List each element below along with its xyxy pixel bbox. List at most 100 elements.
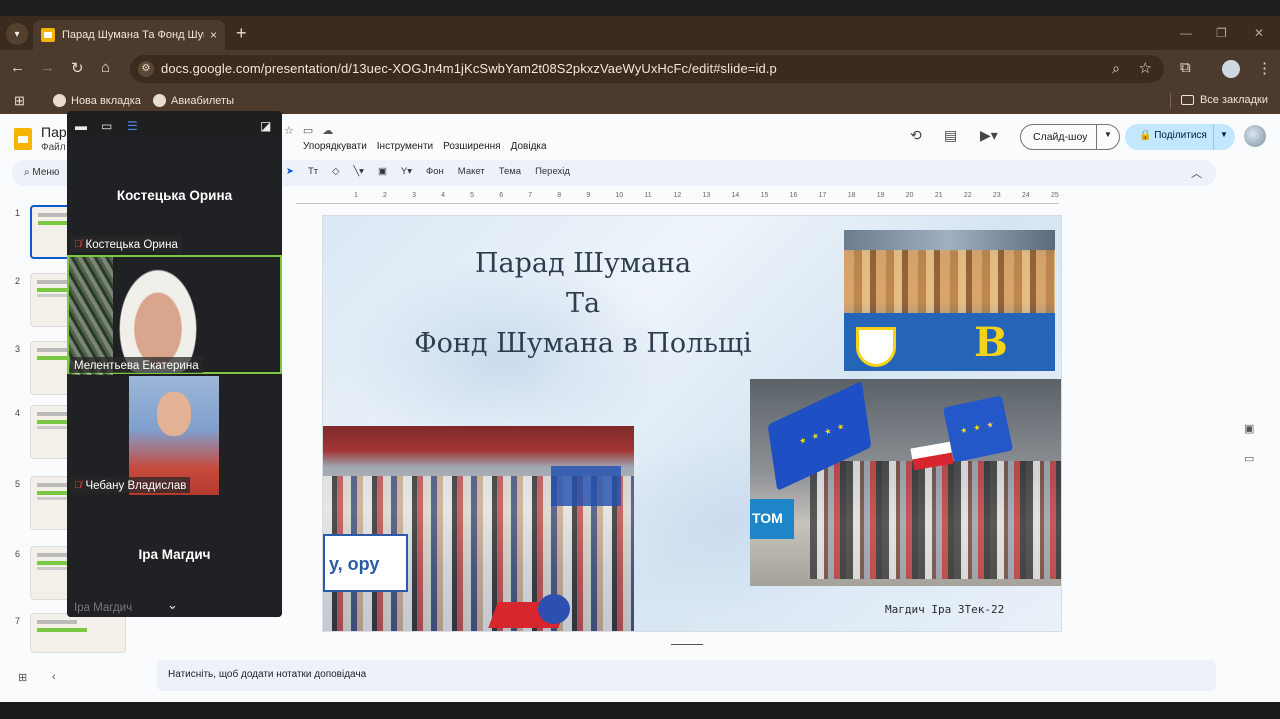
pip-expand-icon[interactable]: ◪: [260, 119, 271, 133]
menu-tools[interactable]: Інструменти: [377, 141, 433, 152]
ruler-tick: 5: [470, 192, 475, 199]
participant-label-text: Мелентьева Екатерина: [74, 359, 199, 372]
participant-label: Мелентьева Екатерина: [70, 357, 203, 373]
tab-close-icon[interactable]: ×: [210, 28, 217, 42]
transition-button[interactable]: Перехід: [535, 166, 570, 177]
sign-text: ТОМ: [750, 499, 794, 539]
move-folder-icon[interactable]: ▭: [303, 124, 313, 137]
parade-photo-march[interactable]: у, ору: [323, 426, 634, 631]
ruler-tick: 13: [702, 192, 711, 199]
slide-number: 5: [15, 479, 21, 489]
chevron-down-icon[interactable]: ⌄: [167, 597, 178, 613]
text-format-icon[interactable]: Y▾: [401, 166, 412, 177]
close-window-button[interactable]: ✕: [1254, 26, 1264, 40]
forward-icon[interactable]: →: [40, 59, 55, 76]
participant-tile[interactable]: 🎙̸ Чебану Владислав: [67, 376, 282, 495]
restore-button[interactable]: ❐: [1216, 26, 1227, 40]
back-icon[interactable]: ←: [10, 59, 25, 76]
ruler-tick: 21: [934, 192, 943, 199]
slide-author[interactable]: Магдич Іра 3Тек-22: [885, 603, 1004, 616]
meet-participants-panel: ▬ ▭ ☰ ◪ Костецька Орина 🎙̸ Костецька Ори…: [67, 111, 282, 617]
ruler-line: [296, 203, 1059, 204]
keep-icon[interactable]: ▣: [1244, 422, 1254, 435]
bookmark-flights[interactable]: Авиабилеты: [153, 94, 234, 107]
notes-resize-handle[interactable]: [671, 644, 703, 645]
meet-camera-icon[interactable]: ▶▾: [980, 127, 998, 144]
menu-help[interactable]: Довідка: [511, 141, 547, 152]
menu-file[interactable]: Файл: [41, 142, 66, 153]
tile-view-icon[interactable]: ▭: [101, 119, 112, 133]
browser-tab[interactable]: Парад Шумана Та Фонд Шума ×: [33, 20, 225, 50]
participant-label: Іра Магдич: [70, 599, 136, 615]
user-avatar[interactable]: [1244, 125, 1266, 147]
participant-tile-speaking[interactable]: Мелентьева Екатерина: [67, 255, 282, 375]
collapse-filmstrip-icon[interactable]: ‹: [52, 671, 56, 683]
shape-icon[interactable]: ◇: [332, 166, 339, 177]
parade-photo-crowd[interactable]: B: [844, 230, 1055, 371]
star-icon[interactable]: ☆: [284, 124, 294, 137]
slideshow-button[interactable]: Слайд-шоу ▼: [1020, 124, 1120, 150]
menu-arrange[interactable]: Упорядкувати: [303, 141, 367, 152]
history-icon[interactable]: ⟲: [910, 127, 922, 144]
flag-letter: B: [974, 319, 1008, 366]
globe-icon: [153, 94, 166, 107]
cloud-status-icon: ☁: [322, 125, 334, 137]
layout-button[interactable]: Макет: [458, 166, 485, 177]
ruler-tick: 20: [905, 192, 914, 199]
background-button[interactable]: Фон: [426, 166, 444, 177]
participant-tile[interactable]: Костецька Орина 🎙̸ Костецька Орина: [67, 135, 282, 255]
minimize-button[interactable]: —: [1180, 26, 1192, 40]
bookmark-label: Нова вкладка: [71, 94, 141, 107]
profile-avatar[interactable]: [1222, 60, 1240, 78]
apps-grid-icon[interactable]: ⊞: [14, 93, 25, 109]
menu-search[interactable]: ⌕ Меню: [24, 167, 59, 178]
folder-side-icon[interactable]: ▭: [1244, 452, 1254, 465]
tools-row: ➤ Тт ◇ ╲▾ ▣ Y▾ Фон Макет Тема Перехід: [286, 166, 570, 177]
site-info-icon[interactable]: ⚙: [138, 61, 154, 77]
menu-extensions[interactable]: Розширення: [443, 141, 500, 152]
bookmark-new-tab[interactable]: Нова вкладка: [53, 94, 141, 107]
new-tab-button[interactable]: +: [236, 24, 247, 42]
tab-search-button[interactable]: ▾: [6, 23, 28, 45]
parade-photo-eu-flags[interactable]: ★ ★ ★ ★ ★ ★ ★ ТОМ: [750, 379, 1061, 586]
slides-logo-icon[interactable]: [14, 128, 32, 150]
textbox-tool[interactable]: Тт: [308, 166, 318, 177]
zoom-icon[interactable]: ⌕: [1112, 60, 1120, 77]
ruler-tick: 18: [847, 192, 856, 199]
slide-title[interactable]: Парад Шумана Та Фонд Шумана в Польщі: [383, 244, 783, 364]
share-label: 🔒 Поділитися: [1139, 130, 1207, 141]
bookmark-star-icon[interactable]: ☆: [1139, 59, 1152, 77]
browser-menu-icon[interactable]: ⋮: [1257, 59, 1272, 77]
minimize-panel-icon[interactable]: ▬: [75, 119, 87, 133]
select-icon[interactable]: ➤: [286, 166, 294, 177]
share-button[interactable]: 🔒 Поділитися ▼: [1125, 124, 1235, 150]
chevron-down-icon[interactable]: ▼: [1220, 130, 1228, 139]
screen-bottom-edge: [0, 702, 1280, 719]
speaker-notes[interactable]: Натисніть, щоб додати нотатки доповідача: [157, 660, 1216, 691]
comments-icon[interactable]: ▤: [944, 127, 957, 144]
theme-button[interactable]: Тема: [499, 166, 521, 177]
coat-of-arms-icon: [856, 327, 896, 367]
ruler-tick: 22: [963, 192, 972, 199]
reload-icon[interactable]: ↻: [71, 59, 84, 77]
address-bar[interactable]: ⚙ docs.google.com/presentation/d/13uec-X…: [130, 55, 1164, 83]
home-icon[interactable]: ⌂: [101, 59, 110, 76]
ruler-tick: 2: [383, 192, 387, 199]
comment-add-icon[interactable]: ▣: [378, 166, 387, 177]
slide-canvas[interactable]: Парад Шумана Та Фонд Шумана в Польщі B у…: [323, 216, 1061, 631]
participant-label: 🎙̸ Костецька Орина: [70, 236, 182, 252]
slide-thumbnail[interactable]: [30, 613, 126, 653]
collapse-toolbar-icon[interactable]: ︿: [1191, 165, 1202, 181]
ruler-tick: 4: [441, 192, 446, 199]
mic-off-icon: 🎙̸: [74, 239, 82, 250]
all-bookmarks-button[interactable]: Все закладки: [1180, 94, 1268, 106]
line-icon[interactable]: ╲▾: [353, 166, 364, 177]
ruler-tick: 9: [586, 192, 591, 199]
grid-view-icon[interactable]: ⊞: [18, 671, 27, 684]
chevron-down-icon[interactable]: ▼: [1104, 130, 1112, 139]
banner-text: у, ору: [323, 534, 408, 592]
share-divider: [1213, 124, 1214, 150]
mic-off-icon: 🎙̸: [74, 480, 82, 491]
sidebar-view-icon[interactable]: ☰: [127, 119, 138, 133]
extensions-icon[interactable]: ⧉: [1180, 59, 1191, 76]
